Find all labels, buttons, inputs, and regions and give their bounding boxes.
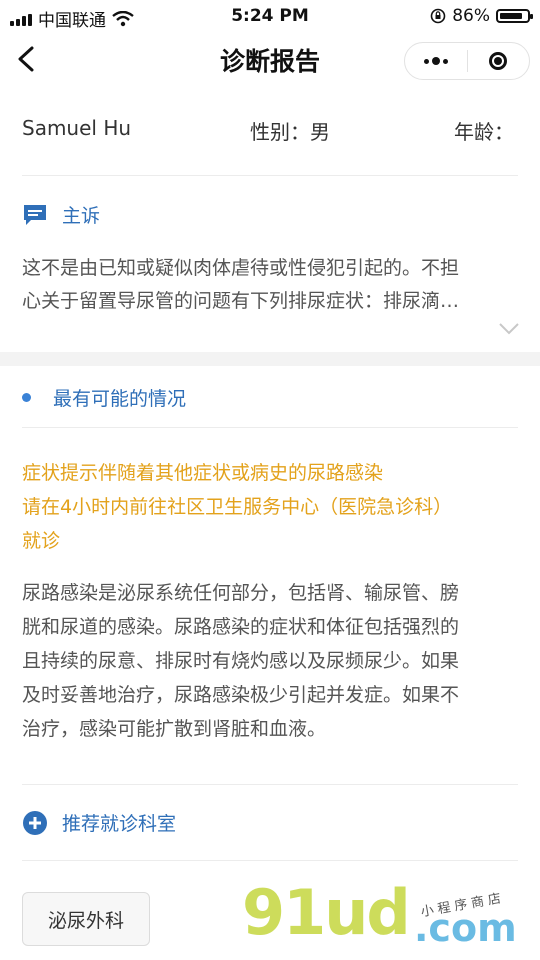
- chevron-down-icon[interactable]: [498, 322, 520, 336]
- plus-circle-icon: [23, 810, 47, 835]
- watermark: 91ud 小程序商店 .com: [238, 876, 538, 960]
- description-line: 及时妥善地治疗，尿路感染极少引起并发症。如果不: [22, 684, 460, 706]
- watermark-suffix: .com: [414, 906, 517, 950]
- description-line: 治疗，感染可能扩散到肾脏和血液。: [22, 718, 327, 740]
- recommend-heading: 推荐就诊科室: [22, 809, 176, 836]
- patient-name: Samuel Hu: [22, 116, 132, 140]
- advice-text: 症状提示伴随着其他症状或病史的尿路感染 请在4小时内前往社区卫生服务中心（医院急…: [22, 456, 518, 558]
- patient-age: 年龄：: [454, 120, 514, 144]
- description-line: 胱和尿道的感染。尿路感染的症状和体征包括强烈的: [22, 616, 460, 638]
- condition-description: 尿路感染是泌尿系统任何部分，包括肾、输尿管、膀 胱和尿道的感染。尿路感染的症状和…: [22, 576, 522, 746]
- description-line: 且持续的尿意、排尿时有烧灼感以及尿频尿少。如果: [22, 650, 460, 672]
- complaint-heading: 主诉: [22, 201, 100, 228]
- battery-percent: 86%: [452, 6, 490, 26]
- battery-icon: [496, 9, 533, 23]
- advice-line: 症状提示伴随着其他症状或病史的尿路感染: [22, 462, 384, 484]
- likely-title: 最有可能的情况: [53, 388, 187, 410]
- divider: [22, 860, 518, 861]
- chat-bubble-icon: [24, 204, 46, 225]
- complaint-text: 这不是由已知或疑似肉体虐待或性侵犯引起的。不担 心关于留置导尿管的问题有下列排尿…: [22, 252, 518, 318]
- complaint-title: 主诉: [62, 205, 101, 227]
- advice-line: 就诊: [22, 530, 61, 552]
- mini-program-capsule: [404, 42, 530, 80]
- more-button[interactable]: [405, 43, 467, 79]
- complaint-line: 这不是由已知或疑似肉体虐待或性侵犯引起的。不担: [22, 257, 460, 279]
- complaint-line: 心关于留置导尿管的问题有下列排尿症状：排尿滴…: [22, 290, 460, 312]
- advice-line: 请在4小时内前往社区卫生服务中心（医院急诊科）: [22, 496, 453, 518]
- description-line: 尿路感染是泌尿系统任何部分，包括肾、输尿管、膀: [22, 582, 460, 604]
- recommend-title: 推荐就诊科室: [62, 813, 177, 835]
- bullet-icon: [22, 393, 31, 402]
- nav-bar: 诊断报告: [0, 34, 540, 86]
- status-right: 86%: [430, 6, 533, 26]
- divider: [22, 175, 518, 176]
- department-button[interactable]: 泌尿外科: [22, 892, 150, 946]
- battery-fill: [500, 13, 522, 19]
- section-separator: [0, 352, 540, 366]
- close-button[interactable]: [468, 43, 530, 79]
- more-dots-icon: [423, 57, 448, 65]
- likely-heading: 最有可能的情况: [22, 384, 186, 411]
- target-icon: [489, 52, 508, 70]
- status-bar: 中国联通 5:24 PM 86%: [0, 0, 540, 34]
- patient-sex: 性别：男: [250, 120, 330, 144]
- orientation-lock-icon: [430, 8, 446, 24]
- divider: [22, 427, 518, 428]
- divider: [22, 784, 518, 785]
- watermark-logo: 91ud: [242, 876, 411, 949]
